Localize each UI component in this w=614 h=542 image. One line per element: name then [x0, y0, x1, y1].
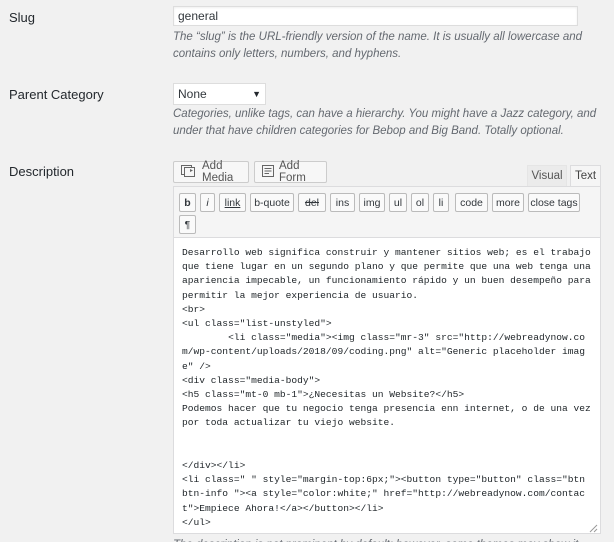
parent-category-help: Categories, unlike tags, can have a hier…	[173, 108, 597, 137]
qt-ins-button[interactable]: ins	[330, 193, 355, 212]
qt-img-button[interactable]: img	[359, 193, 385, 212]
qt-bquote-button[interactable]: b-quote	[250, 193, 294, 212]
resize-handle-icon[interactable]	[588, 522, 598, 533]
parent-category-select[interactable]: None ▼	[173, 83, 266, 105]
parent-category-label: Parent Category	[9, 87, 104, 102]
add-media-button[interactable]: Add Media	[173, 160, 249, 184]
slug-help: The “slug” is the URL-friendly version o…	[173, 31, 583, 60]
add-form-label: Add Form	[279, 160, 306, 184]
qt-ul-button[interactable]: ul	[389, 193, 407, 212]
quicktags-toolbar: b i link b-quote del ins img ul ol li co…	[173, 186, 601, 237]
qt-close-tags-button[interactable]: close tags	[528, 193, 580, 212]
qt-bold-button[interactable]: b	[179, 193, 196, 212]
form-icon	[262, 164, 274, 180]
description-textarea[interactable]: Desarrollo web significa construir y man…	[173, 237, 601, 534]
add-media-label: Add Media	[202, 160, 234, 184]
tab-text[interactable]: Text	[570, 165, 601, 186]
qt-ol-button[interactable]: ol	[411, 193, 429, 212]
add-form-button[interactable]: Add Form	[254, 160, 327, 184]
qt-li-button[interactable]: li	[433, 193, 449, 212]
description-label: Description	[9, 164, 75, 179]
description-help: The description is not prominent by defa…	[173, 537, 605, 542]
chevron-down-icon: ▼	[252, 89, 261, 99]
slug-label: Slug	[9, 10, 36, 25]
qt-italic-button[interactable]: i	[200, 193, 215, 212]
media-icon	[181, 164, 197, 180]
qt-more-button[interactable]: more	[492, 193, 524, 212]
qt-link-button[interactable]: link	[219, 193, 246, 212]
qt-code-button[interactable]: code	[455, 193, 488, 212]
qt-del-button[interactable]: del	[298, 193, 326, 212]
slug-input[interactable]	[173, 6, 578, 26]
parent-category-value: None	[178, 87, 207, 101]
qt-paragraph-button[interactable]: ¶	[179, 215, 196, 234]
tab-visual[interactable]: Visual	[527, 165, 567, 186]
